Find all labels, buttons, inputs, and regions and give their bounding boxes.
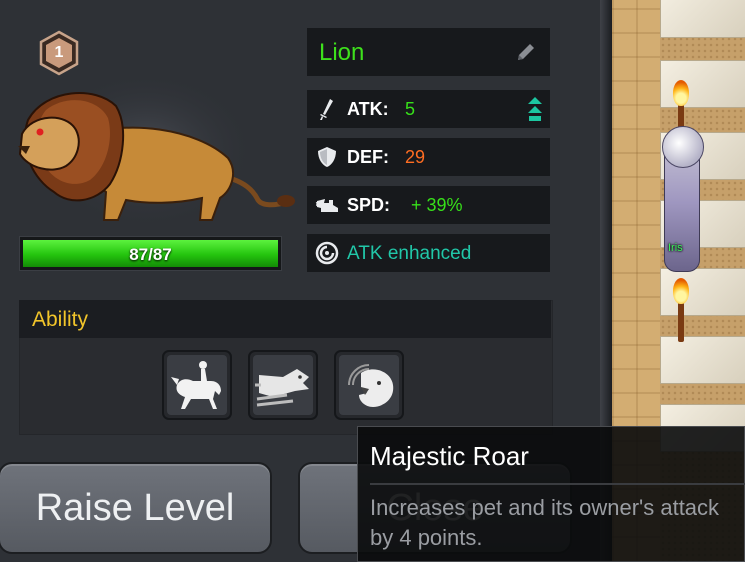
ability-tooltip: Majestic Roar Increases pet and its owne…	[357, 426, 745, 562]
stat-up-arrows-icon	[528, 97, 542, 121]
pet-name-box: Lion	[307, 28, 550, 76]
stat-atk: ATK: 5	[307, 90, 550, 128]
lion-roar-icon	[339, 355, 399, 415]
hp-bar: 87/87	[19, 236, 282, 271]
shield-icon	[318, 147, 336, 167]
player-character-head[interactable]	[662, 126, 704, 168]
def-label: DEF:	[347, 147, 389, 167]
raise-level-label: Raise Level	[35, 487, 235, 529]
winged-boot-icon	[315, 199, 338, 212]
def-value: 29	[405, 147, 426, 167]
player-name-label: Iris	[668, 242, 683, 254]
tooltip-description: Increases pet and its owner's attack by …	[370, 495, 720, 550]
atk-label: ATK:	[347, 99, 389, 119]
atk-value: 5	[405, 99, 416, 119]
stat-spd: SPD: + 39%	[307, 186, 550, 224]
hp-value: 87/87	[129, 245, 172, 264]
spd-label: SPD:	[347, 195, 391, 215]
tooltip-title: Majestic Roar	[370, 441, 529, 471]
spd-value: + 39%	[411, 195, 463, 215]
ability-slot-1[interactable]	[162, 350, 232, 420]
ability-slot-2[interactable]	[248, 350, 318, 420]
stat-def: DEF: 29	[307, 138, 550, 176]
pet-name: Lion	[319, 39, 365, 66]
ability-title: Ability	[32, 308, 89, 331]
horse-rider-icon	[167, 355, 227, 415]
sword-icon	[320, 99, 333, 120]
torch-flame-icon	[673, 80, 689, 106]
torch-icon	[678, 302, 684, 342]
swirl-icon	[315, 241, 339, 265]
ability-header: Ability	[19, 300, 551, 338]
wolf-dash-icon	[253, 355, 313, 415]
tooltip-divider	[370, 483, 745, 485]
floor-tile	[660, 0, 745, 38]
pet-level: 1	[54, 44, 64, 61]
raise-level-button[interactable]: Raise Level	[0, 462, 272, 554]
level-badge: 1	[38, 30, 80, 76]
status-effect: ATK enhanced	[307, 234, 550, 272]
effect-text: ATK enhanced	[347, 243, 472, 264]
floor-tile	[660, 60, 745, 108]
ability-slot-3[interactable]	[334, 350, 404, 420]
floor-tile	[660, 336, 745, 384]
pencil-icon[interactable]	[514, 40, 538, 64]
torch-flame-icon	[673, 278, 689, 304]
lion-portrait	[18, 80, 295, 230]
